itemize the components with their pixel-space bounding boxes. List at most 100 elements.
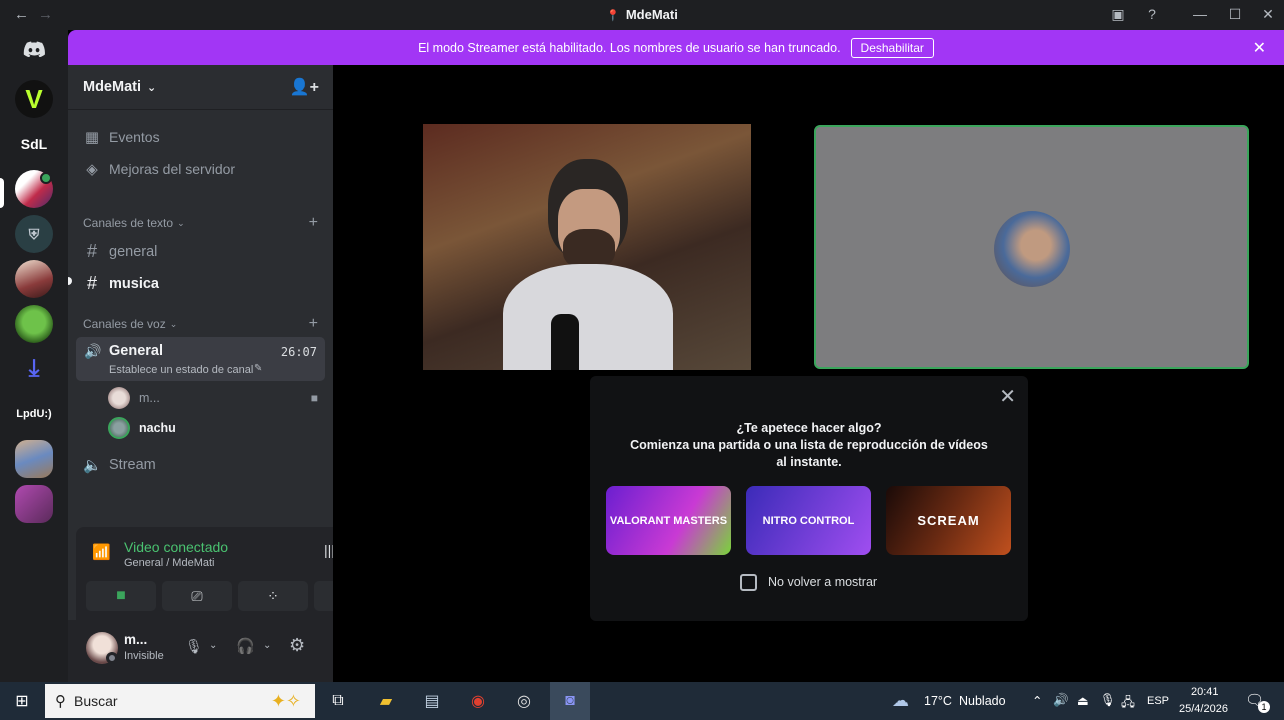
minimize-button[interactable]: — — [1190, 6, 1210, 22]
weather-temp[interactable]: 17°C — [924, 694, 952, 708]
events-label: Eventos — [109, 129, 160, 145]
window-title: 📍 MdeMati — [0, 7, 1284, 22]
discord-taskbar-icon[interactable]: ◙ — [550, 682, 590, 720]
hash-icon: # — [86, 273, 97, 293]
voice-timer: 26:07 — [280, 345, 317, 359]
server-lpdu-icon[interactable]: LpdU:) — [15, 395, 53, 433]
boost-gem-icon: ◈ — [86, 161, 98, 178]
headphones-icon[interactable]: 🎧 — [236, 637, 255, 655]
add-channel-icon[interactable]: + — [309, 214, 318, 232]
add-channel-icon[interactable]: + — [309, 315, 318, 333]
channel-musica[interactable]: # musica — [83, 273, 159, 294]
events-item[interactable]: ▦ Eventos — [83, 128, 160, 146]
server-v-label: V — [25, 83, 43, 114]
voice-user-m[interactable]: m... ■ — [108, 387, 318, 409]
search-placeholder: Buscar — [74, 693, 118, 709]
server-sdl-icon[interactable]: SdL — [15, 125, 53, 163]
close-icon[interactable]: ✕ — [999, 384, 1016, 409]
server-anime-icon[interactable] — [15, 260, 53, 298]
invite-user-icon[interactable]: 👤+ — [290, 77, 319, 97]
microphone-icon[interactable]: 🎙 — [185, 638, 203, 655]
download-icon[interactable]: ⤓ — [15, 350, 53, 388]
voice-channel-path[interactable]: General / MdeMati — [124, 557, 214, 569]
volume-icon[interactable]: 🔊 — [1053, 693, 1069, 708]
server-crest-icon[interactable]: ⛨ — [15, 215, 53, 253]
camera-video-tile[interactable] — [423, 124, 751, 370]
close-window-button[interactable]: ✕ — [1258, 6, 1278, 23]
server-photo-icon[interactable] — [15, 440, 53, 478]
activity-label: NITRO CONTROL — [762, 514, 855, 527]
windows-start-icon[interactable]: ⊞ — [8, 687, 36, 715]
app-window-icon[interactable]: ▤ — [418, 687, 446, 715]
language-indicator[interactable]: ESP — [1147, 695, 1169, 707]
hash-icon: # — [86, 241, 97, 261]
avatar — [994, 211, 1070, 287]
avatar-video-tile[interactable] — [814, 125, 1249, 369]
close-icon[interactable]: ✕ — [1253, 38, 1266, 58]
microphone-tray-icon[interactable]: 🎙 — [1100, 693, 1116, 708]
user-status: Invisible — [124, 650, 164, 662]
channel-status-text[interactable]: Establece un estado de canal — [109, 364, 253, 376]
server-name: MdeMati — [83, 79, 141, 95]
inbox-icon[interactable]: ▣ — [1108, 6, 1128, 23]
chrome-icon[interactable]: ◉ — [464, 687, 492, 715]
boosts-item[interactable]: ◈ Mejoras del servidor — [83, 160, 235, 178]
dont-show-again-checkbox[interactable] — [740, 574, 757, 591]
weather-text[interactable]: Nublado — [959, 694, 1006, 708]
voice-category[interactable]: Canales de voz ⌄ + — [83, 315, 318, 333]
usb-icon[interactable]: ⏏ — [1077, 693, 1089, 708]
channel-general[interactable]: # general — [83, 241, 157, 262]
windows-taskbar: ⊞ ⚲ Buscar ✦✧ ⧉ ▰ ▤ ◉ ◎ ◙ ☁ 17°C Nublado… — [0, 682, 1284, 720]
server-frog-icon[interactable] — [15, 305, 53, 343]
discord-logo-icon[interactable] — [15, 30, 53, 68]
voice-status[interactable]: Video conectado — [124, 539, 228, 555]
boosts-label: Mejoras del servidor — [109, 161, 236, 177]
taskbar-search[interactable]: ⚲ Buscar ✦✧ — [45, 684, 315, 718]
chevron-down-icon[interactable]: ⌄ — [263, 640, 271, 651]
activity-scream[interactable]: SCREAM — [886, 486, 1011, 555]
popup-heading: ¿Te apetece hacer algo? — [736, 421, 882, 435]
activities-button[interactable]: ⁘ — [238, 581, 308, 611]
text-category[interactable]: Canales de texto ⌄ + — [83, 214, 318, 232]
voice-channel-stream[interactable]: 🔈 Stream — [83, 456, 156, 474]
clock-time[interactable]: 20:41 — [1191, 686, 1219, 698]
banner-text: El modo Streamer está habilitado. Los no… — [418, 40, 841, 55]
camera-button[interactable]: ■ — [86, 581, 156, 611]
voice-user-name: nachu — [139, 421, 176, 435]
clock-date[interactable]: 25/4/2026 — [1179, 703, 1228, 715]
avatar — [108, 417, 130, 439]
unread-indicator — [68, 277, 72, 285]
server-header[interactable]: MdeMati ⌄ 👤+ — [68, 65, 333, 110]
task-view-icon[interactable]: ⧉ — [324, 687, 352, 715]
file-explorer-icon[interactable]: ▰ — [372, 687, 400, 715]
network-icon[interactable]: 🖧 — [1121, 693, 1135, 714]
gear-icon[interactable]: ⚙ — [289, 635, 305, 656]
obs-icon[interactable]: ◎ — [510, 687, 538, 715]
voice-category-label: Canales de voz — [83, 317, 166, 331]
activity-nitro-control[interactable]: NITRO CONTROL — [746, 486, 871, 555]
person-figure — [503, 159, 673, 370]
dont-show-again-label[interactable]: No volver a mostrar — [768, 575, 877, 589]
chevron-down-icon[interactable]: ⌄ — [209, 640, 217, 651]
username[interactable]: m... — [124, 632, 147, 647]
server-v-icon[interactable]: V — [15, 80, 53, 118]
disable-streamer-button[interactable]: Deshabilitar — [850, 37, 934, 58]
maximize-button[interactable]: ☐ — [1225, 6, 1245, 23]
voice-channel-general[interactable]: 🔊 General 26:07 Establece un estado de c… — [76, 337, 325, 381]
popup-subtitle: Comienza una partida o una lista de repr… — [630, 438, 988, 469]
pencil-icon[interactable]: ✎ — [254, 363, 262, 374]
help-icon[interactable]: ? — [1142, 6, 1162, 22]
share-screen-button[interactable]: ⎚ — [162, 581, 232, 611]
activity-valorant[interactable]: VALORANT MASTERS — [606, 486, 731, 555]
selected-server-indicator — [0, 178, 4, 208]
stream-channel-label: Stream — [109, 457, 156, 473]
signal-icon: 📶 — [92, 544, 111, 561]
voice-user-nachu[interactable]: nachu — [108, 417, 176, 439]
avatar — [108, 387, 130, 409]
notification-count-badge: 1 — [1258, 701, 1270, 713]
screen-share-icon: ⎚ — [191, 587, 203, 604]
activity-label: VALORANT MASTERS — [609, 514, 728, 527]
window-title-text: MdeMati — [625, 7, 678, 22]
chevron-up-icon[interactable]: ⌃ — [1032, 693, 1042, 708]
server-purple-icon[interactable] — [15, 485, 53, 523]
